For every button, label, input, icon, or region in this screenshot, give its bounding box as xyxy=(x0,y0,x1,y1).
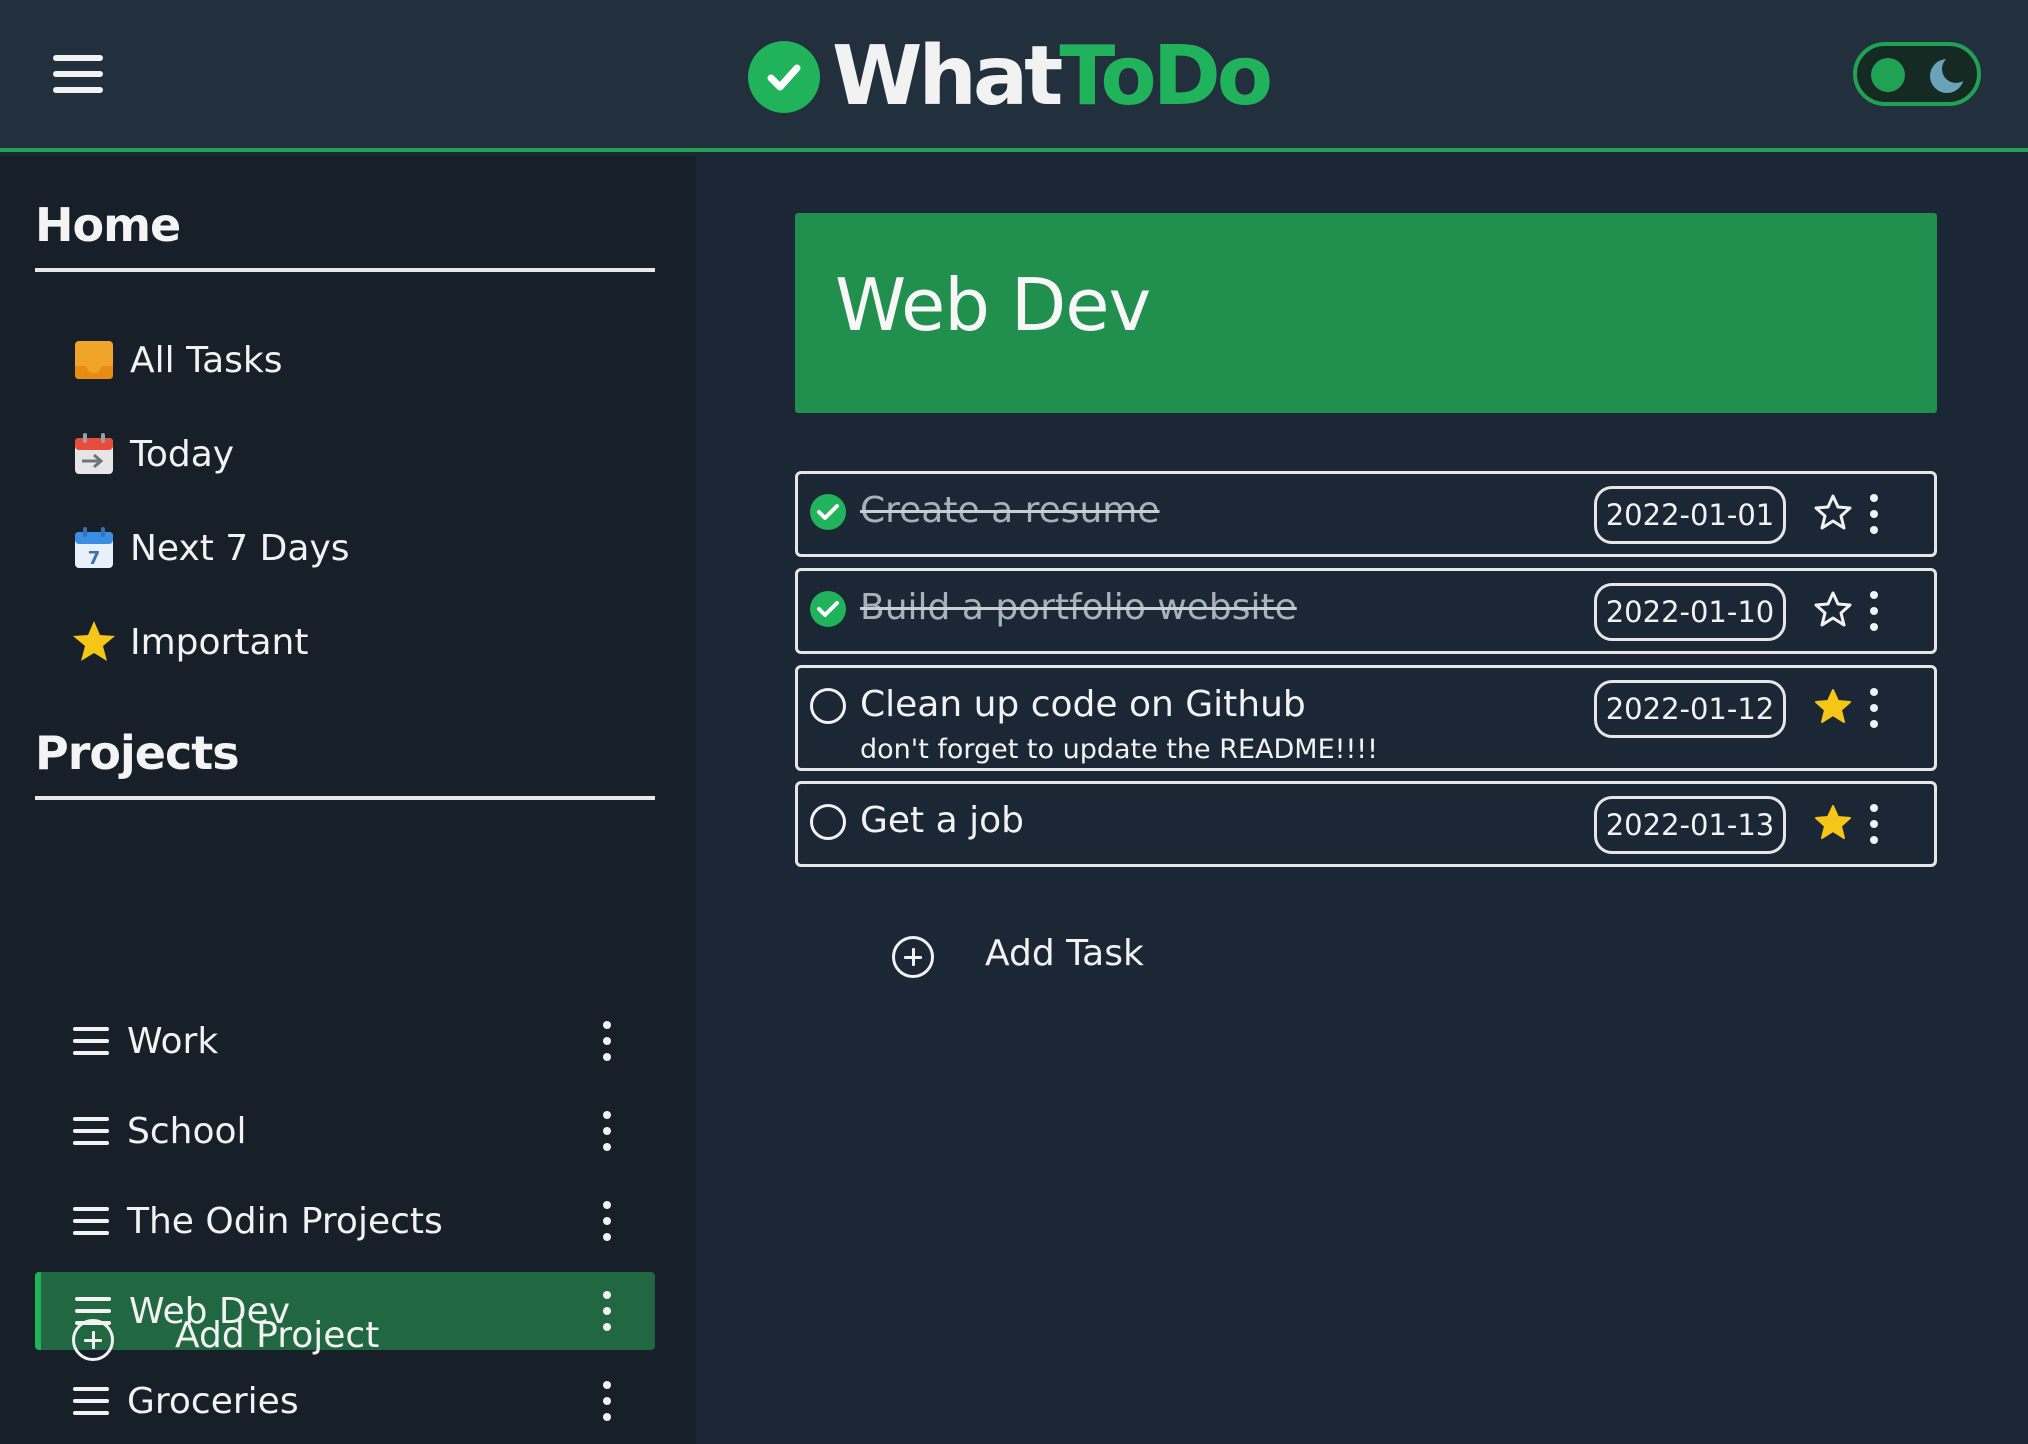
inbox-tray-icon xyxy=(75,341,113,379)
add-task-label: Add Task xyxy=(985,933,1144,974)
star-outline-icon[interactable] xyxy=(1812,492,1854,534)
more-options-icon[interactable] xyxy=(602,1111,612,1151)
plus-circle-icon xyxy=(72,1319,114,1361)
task-checkbox[interactable] xyxy=(810,591,846,627)
task-item[interactable]: Clean up code on Github don't forget to … xyxy=(795,665,1937,771)
task-note: don't forget to update the README!!!! xyxy=(860,734,1378,765)
more-options-icon[interactable] xyxy=(1869,688,1879,728)
projects-divider xyxy=(35,796,655,800)
add-project-label: Add Project xyxy=(175,1315,380,1356)
project-label: The Odin Projects xyxy=(127,1200,443,1242)
nav-all-tasks[interactable]: All Tasks xyxy=(70,325,283,395)
star-outline-icon[interactable] xyxy=(1812,589,1854,631)
project-item-work[interactable]: Work xyxy=(35,1002,655,1080)
svg-text:7: 7 xyxy=(88,548,101,569)
project-item-groceries[interactable]: Groceries xyxy=(35,1362,655,1440)
task-item[interactable]: Build a portfolio website 2022-01-10 xyxy=(795,568,1937,654)
task-checkbox[interactable] xyxy=(810,804,846,840)
home-heading: Home xyxy=(35,198,181,252)
nav-important[interactable]: Important xyxy=(70,607,308,677)
more-options-icon[interactable] xyxy=(602,1021,612,1061)
app-name: WhatToDo xyxy=(832,29,1273,124)
more-options-icon[interactable] xyxy=(602,1291,612,1331)
nav-label: Important xyxy=(130,621,309,663)
home-divider xyxy=(35,268,655,272)
task-title: Create a resume xyxy=(860,490,1160,531)
task-title: Get a job xyxy=(860,800,1024,841)
star-filled-icon[interactable] xyxy=(1812,686,1854,728)
task-item[interactable]: Get a job 2022-01-13 xyxy=(795,781,1937,867)
projects-heading: Projects xyxy=(35,726,240,780)
nav-next-7-days[interactable]: 7 Next 7 Days xyxy=(70,513,350,583)
app-logo: WhatToDo xyxy=(748,29,1273,124)
add-task-button[interactable]: Add Task xyxy=(892,933,1192,980)
checkmark-icon xyxy=(817,601,839,617)
sidebar: Home All Tasks Today 7 Next 7 Days Impor… xyxy=(0,156,696,1444)
star-filled-icon[interactable] xyxy=(1812,802,1854,844)
more-options-icon[interactable] xyxy=(1869,494,1879,534)
more-options-icon[interactable] xyxy=(1869,804,1879,844)
nav-label: Next 7 Days xyxy=(130,527,350,569)
nav-label: Today xyxy=(130,433,235,475)
task-due-date[interactable]: 2022-01-10 xyxy=(1594,583,1786,641)
add-project-button[interactable]: Add Project xyxy=(72,1315,392,1365)
project-title: Web Dev xyxy=(835,263,1151,347)
check-logo-icon xyxy=(748,41,820,113)
menu-icon[interactable] xyxy=(53,55,103,93)
nav-label: All Tasks xyxy=(130,339,283,381)
project-label: Work xyxy=(127,1020,219,1062)
project-item-the-odin-projects[interactable]: The Odin Projects xyxy=(35,1182,655,1260)
more-options-icon[interactable] xyxy=(602,1201,612,1241)
star-icon xyxy=(73,621,115,661)
task-due-date[interactable]: 2022-01-01 xyxy=(1594,486,1786,544)
checkmark-icon xyxy=(817,504,839,520)
task-title: Clean up code on Github xyxy=(860,684,1306,725)
more-options-icon[interactable] xyxy=(602,1381,612,1421)
list-icon xyxy=(73,1117,109,1145)
project-label: Groceries xyxy=(127,1380,299,1422)
list-icon xyxy=(73,1207,109,1235)
task-checkbox[interactable] xyxy=(810,688,846,724)
list-icon xyxy=(73,1027,109,1055)
more-options-icon[interactable] xyxy=(1869,591,1879,631)
plus-circle-icon xyxy=(892,936,934,978)
task-checkbox[interactable] xyxy=(810,494,846,530)
list-icon xyxy=(73,1387,109,1415)
project-banner: Web Dev xyxy=(795,213,1937,413)
project-item-school[interactable]: School xyxy=(35,1092,655,1170)
calendar-week-icon: 7 xyxy=(75,527,113,569)
nav-today[interactable]: Today xyxy=(70,419,234,489)
task-item[interactable]: Create a resume 2022-01-01 xyxy=(795,471,1937,557)
task-due-date[interactable]: 2022-01-12 xyxy=(1594,680,1786,738)
app-header: WhatToDo xyxy=(0,0,2028,152)
moon-icon xyxy=(1930,56,1967,93)
theme-toggle[interactable] xyxy=(1853,42,1981,106)
task-title: Build a portfolio website xyxy=(860,587,1297,628)
toggle-knob xyxy=(1871,58,1905,92)
calendar-today-icon xyxy=(75,433,113,474)
project-label: School xyxy=(127,1110,247,1152)
task-due-date[interactable]: 2022-01-13 xyxy=(1594,796,1786,854)
